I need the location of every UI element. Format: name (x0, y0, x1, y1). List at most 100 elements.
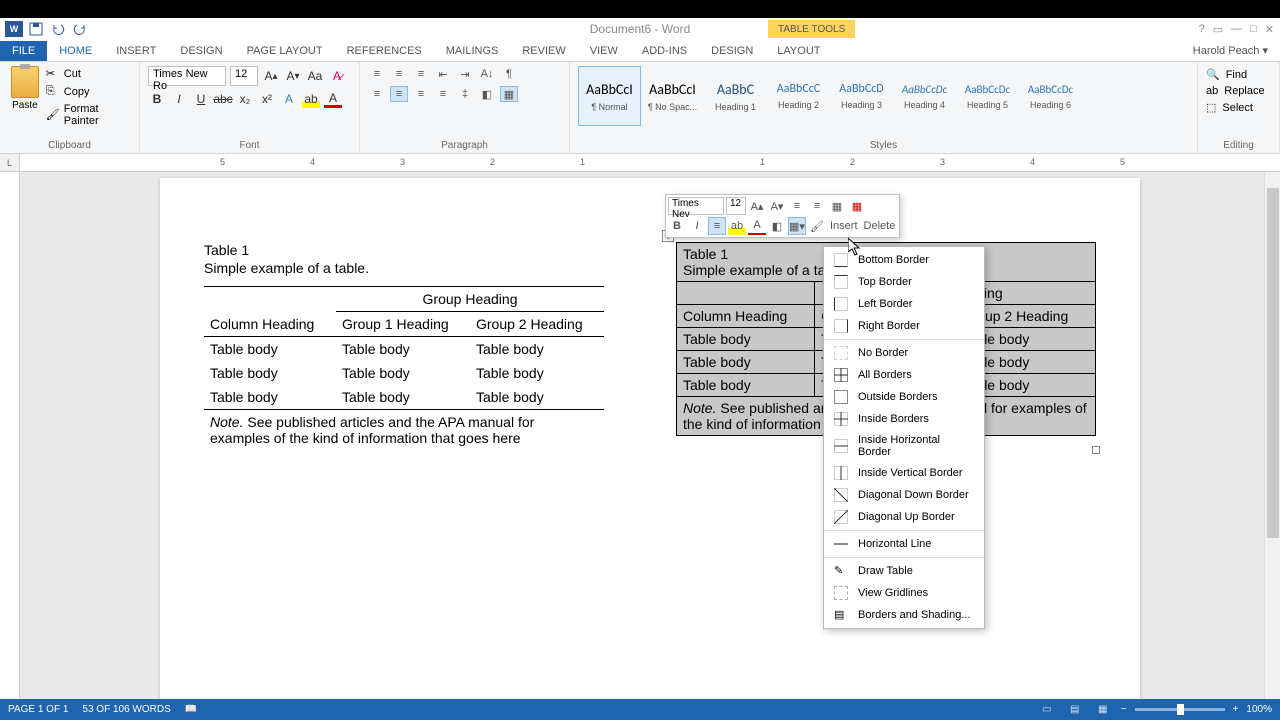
style-h4[interactable]: AaBbCcDcHeading 4 (893, 66, 956, 126)
mini-shrink-font-icon[interactable]: A▾ (768, 197, 786, 215)
mini-highlight-icon[interactable]: ab (728, 217, 746, 235)
tab-references[interactable]: REFERENCES (335, 41, 434, 61)
draw-table[interactable]: ✎Draw Table (824, 560, 984, 582)
style-h2[interactable]: AaBbCcCHeading 2 (767, 66, 830, 126)
borders-icon[interactable]: ▦ (500, 86, 518, 102)
tab-table-design[interactable]: DESIGN (699, 41, 765, 61)
mini-font-color-icon[interactable]: A (748, 217, 766, 235)
print-layout-icon[interactable]: ▤ (1065, 702, 1085, 718)
help-icon[interactable]: ? (1199, 23, 1205, 36)
tab-page-layout[interactable]: PAGE LAYOUT (235, 41, 335, 61)
mini-italic-icon[interactable]: I (688, 217, 706, 235)
format-painter-button[interactable]: 🖌Format Painter (46, 102, 131, 128)
mini-insert-button[interactable]: Insert (828, 217, 860, 235)
strike-button[interactable]: abc (214, 90, 232, 108)
ribbon-options-icon[interactable]: ▭ (1213, 23, 1223, 36)
multilevel-icon[interactable]: ≡ (412, 66, 430, 82)
mini-font-name[interactable]: Times Nev (668, 197, 724, 215)
web-layout-icon[interactable]: ▦ (1093, 702, 1113, 718)
align-right-icon[interactable]: ≡ (412, 86, 430, 102)
style-nospac[interactable]: AaBbCcI¶ No Spac... (641, 66, 704, 126)
page-status[interactable]: PAGE 1 OF 1 (8, 704, 68, 715)
read-mode-icon[interactable]: ▭ (1037, 702, 1057, 718)
tab-design[interactable]: DESIGN (168, 41, 234, 61)
border-inside[interactable]: Inside Borders (824, 408, 984, 430)
text-effects-icon[interactable]: A (280, 90, 298, 108)
border-diag-up[interactable]: Diagonal Up Border (824, 506, 984, 528)
replace-button[interactable]: abReplace (1206, 83, 1271, 99)
mini-borders-icon[interactable]: ▦▾ (788, 217, 806, 235)
numbering-icon[interactable]: ≡ (390, 66, 408, 82)
border-left[interactable]: Left Border (824, 293, 984, 315)
change-case-icon[interactable]: Aa (306, 67, 324, 85)
superscript-button[interactable]: x² (258, 90, 276, 108)
border-inside-h[interactable]: Inside Horizontal Border (824, 430, 984, 462)
border-bottom[interactable]: Bottom Border (824, 249, 984, 271)
maximize-icon[interactable]: □ (1250, 23, 1257, 36)
border-top[interactable]: Top Border (824, 271, 984, 293)
spellcheck-icon[interactable]: 📖 (185, 704, 197, 715)
word-count[interactable]: 53 OF 106 WORDS (82, 704, 170, 715)
tab-mailings[interactable]: MAILINGS (434, 41, 511, 61)
mini-format-painter-icon[interactable]: 🖌 (808, 217, 826, 235)
tab-insert[interactable]: INSERT (104, 41, 168, 61)
shrink-font-icon[interactable]: A▾ (284, 67, 302, 85)
tab-file[interactable]: FILE (0, 41, 47, 61)
style-h6[interactable]: AaBbCcDcHeading 6 (1019, 66, 1082, 126)
font-size-combo[interactable]: 12 (230, 66, 258, 86)
vertical-scrollbar[interactable] (1264, 172, 1280, 699)
find-button[interactable]: 🔍Find (1206, 66, 1271, 83)
border-hline[interactable]: Horizontal Line (824, 533, 984, 555)
view-gridlines[interactable]: View Gridlines (824, 582, 984, 604)
justify-icon[interactable]: ≡ (434, 86, 452, 102)
mini-font-size[interactable]: 12 (726, 197, 746, 215)
mini-grow-font-icon[interactable]: A▴ (748, 197, 766, 215)
mini-table-delete-icon[interactable]: ▦ (848, 197, 866, 215)
page[interactable]: Table 1 Simple example of a table. Group… (160, 178, 1140, 701)
copy-button[interactable]: ⎘Copy (46, 84, 131, 100)
highlight-icon[interactable]: ab (302, 90, 320, 108)
zoom-percent[interactable]: 100% (1246, 704, 1272, 715)
tab-view[interactable]: VIEW (578, 41, 630, 61)
border-diag-down[interactable]: Diagonal Down Border (824, 484, 984, 506)
border-right[interactable]: Right Border (824, 315, 984, 337)
underline-button[interactable]: U (192, 90, 210, 108)
inc-indent-icon[interactable]: ⇥ (456, 66, 474, 82)
border-inside-v[interactable]: Inside Vertical Border (824, 462, 984, 484)
style-h1[interactable]: AaBbCHeading 1 (704, 66, 767, 126)
mini-bullets-icon[interactable]: ≡ (788, 197, 806, 215)
tab-review[interactable]: REVIEW (510, 41, 577, 61)
pilcrow-icon[interactable]: ¶ (500, 66, 518, 82)
borders-shading-dialog[interactable]: ▤Borders and Shading... (824, 604, 984, 626)
bullets-icon[interactable]: ≡ (368, 66, 386, 82)
border-none[interactable]: No Border (824, 342, 984, 364)
zoom-out-icon[interactable]: − (1121, 704, 1127, 715)
vertical-ruler[interactable] (0, 172, 20, 701)
save-icon[interactable] (26, 20, 46, 38)
undo-icon[interactable] (48, 20, 68, 38)
redo-icon[interactable] (70, 20, 90, 38)
mini-numbering-icon[interactable]: ≡ (808, 197, 826, 215)
close-icon[interactable]: ✕ (1265, 23, 1274, 36)
horizontal-ruler[interactable]: 5 4 3 2 1 1 2 3 4 5 (20, 154, 1280, 172)
italic-button[interactable]: I (170, 90, 188, 108)
shading-icon[interactable]: ◧ (478, 86, 496, 102)
style-normal[interactable]: AaBbCcI¶ Normal (578, 66, 641, 126)
user-name[interactable]: Harold Peach ▾ (1193, 44, 1268, 57)
mini-align-icon[interactable]: ≡ (708, 217, 726, 235)
font-color-icon[interactable]: A (324, 90, 342, 108)
paste-button[interactable]: Paste (8, 66, 42, 128)
cut-button[interactable]: ✂Cut (46, 66, 131, 82)
align-left-icon[interactable]: ≡ (368, 86, 386, 102)
sort-icon[interactable]: A↓ (478, 66, 496, 82)
mini-table-insert-icon[interactable]: ▦ (828, 197, 846, 215)
grow-font-icon[interactable]: A▴ (262, 67, 280, 85)
mini-shading-icon[interactable]: ◧ (768, 217, 786, 235)
mini-delete-button[interactable]: Delete (862, 217, 898, 235)
clear-format-icon[interactable]: A̷ (328, 67, 346, 85)
border-all[interactable]: All Borders (824, 364, 984, 386)
line-spacing-icon[interactable]: ‡ (456, 86, 474, 102)
style-gallery[interactable]: AaBbCcI¶ Normal AaBbCcI¶ No Spac... AaBb… (578, 66, 1189, 126)
zoom-in-icon[interactable]: + (1233, 704, 1239, 715)
border-outside[interactable]: Outside Borders (824, 386, 984, 408)
